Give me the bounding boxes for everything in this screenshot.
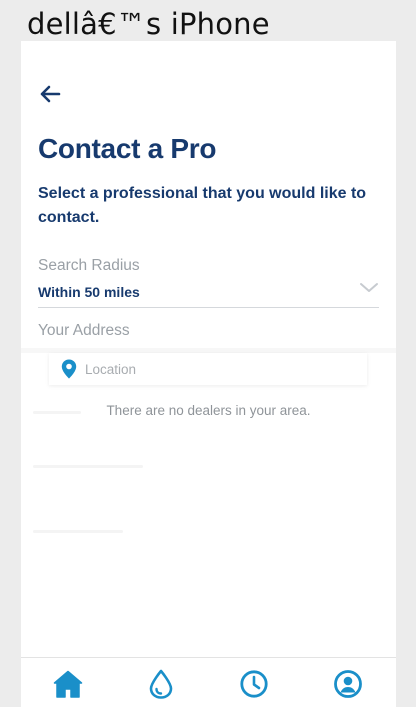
home-icon [53, 670, 83, 698]
search-radius-label: Search Radius [38, 257, 140, 274]
tab-home[interactable] [51, 667, 85, 701]
page-subtitle: Select a professional that you would lik… [38, 185, 367, 226]
clock-icon [240, 670, 268, 698]
profile-icon [334, 670, 362, 698]
divider [33, 465, 143, 468]
search-radius-select[interactable]: Within 50 miles [38, 279, 379, 308]
your-address-label: Your Address [38, 322, 130, 339]
location-field[interactable] [49, 353, 367, 385]
search-radius-value: Within 50 miles [38, 284, 140, 300]
back-button[interactable] [35, 80, 65, 108]
device-name: dellâ€™s iPhone [27, 7, 270, 41]
divider [33, 530, 123, 533]
chevron-down-icon [360, 283, 378, 292]
tab-water[interactable] [144, 667, 178, 701]
location-pin-icon [61, 359, 77, 379]
bottom-tab-bar [21, 657, 396, 707]
tab-profile[interactable] [331, 667, 365, 701]
divider [33, 411, 81, 414]
tab-history[interactable] [237, 667, 271, 701]
page-title: Contact a Pro [38, 133, 217, 164]
water-drop-icon [149, 669, 173, 699]
contact-pro-screen: Contact a Pro Select a professional that… [21, 41, 396, 707]
location-input[interactable] [85, 361, 345, 377]
back-arrow-icon [40, 85, 61, 103]
